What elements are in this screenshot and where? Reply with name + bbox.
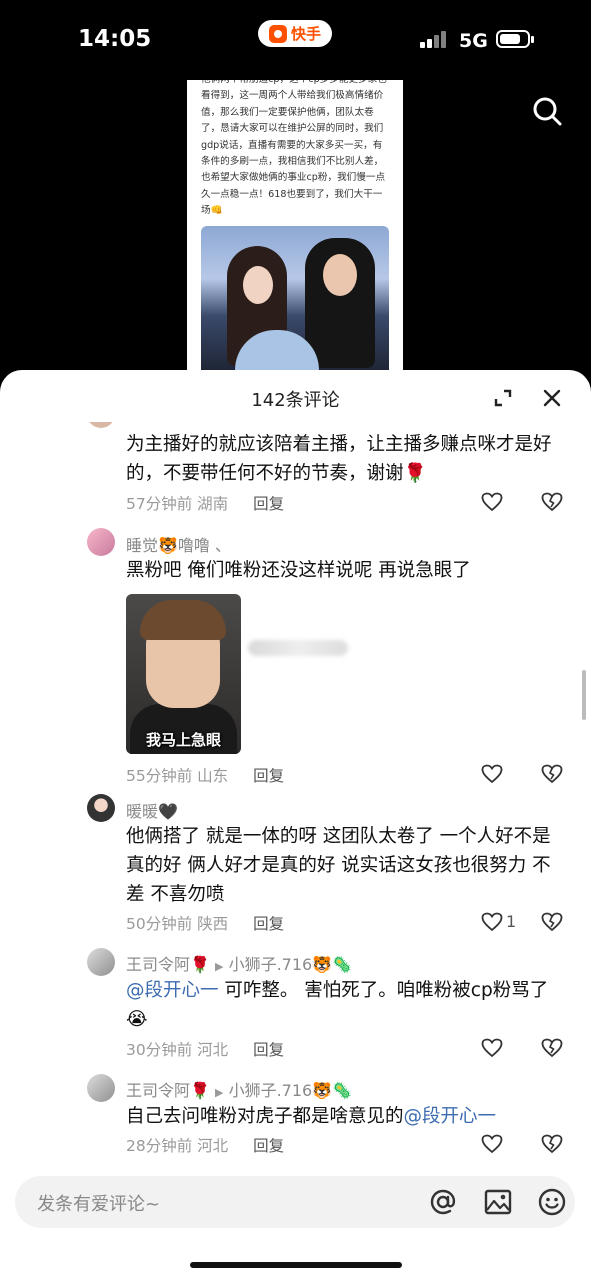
image-icon[interactable] xyxy=(484,1189,512,1215)
comment-location: 河北 xyxy=(197,1137,229,1155)
signal-icon xyxy=(420,30,450,48)
kuaishou-logo-icon xyxy=(268,24,287,43)
comment-username[interactable]: 王司令阿🌹 ▶ 小狮子.716🐯🦠 xyxy=(126,951,352,975)
comment-meta: 57分钟前 湖南 回复 xyxy=(126,492,284,514)
comment-time: 28分钟前 xyxy=(126,1137,193,1155)
network-type: 5G xyxy=(459,30,488,52)
app-indicator-pill[interactable]: 快手 xyxy=(258,20,332,47)
mention-link[interactable]: @段开心一 xyxy=(404,1106,497,1127)
post-photo[interactable] xyxy=(201,226,389,376)
like-count: 1 xyxy=(506,912,517,931)
status-time: 14:05 xyxy=(78,26,152,52)
comment-sticker-image[interactable]: 我马上急眼 xyxy=(126,594,241,754)
close-icon[interactable] xyxy=(541,387,563,409)
comments-sheet: 142条评论 为主播好的就应该陪着主播，让主播多赚点咪才是好的，不要带任何不好的… xyxy=(0,370,591,1280)
like-icon[interactable] xyxy=(481,1134,503,1154)
comments-header: 142条评论 xyxy=(0,370,591,426)
comment-text: 黑粉吧 俺们唯粉还没这样说呢 再说急眼了 xyxy=(126,560,471,581)
reply-button[interactable]: 回复 xyxy=(253,495,284,513)
comment-location: 湖南 xyxy=(197,495,229,513)
blurred-area xyxy=(248,640,348,656)
comment-time: 57分钟前 xyxy=(126,495,193,513)
like-icon[interactable] xyxy=(481,492,503,512)
comment-text: 他俩搭了 就是一体的呀 这团队太卷了 一个人好不是真的好 俩人好才是真的好 说实… xyxy=(126,826,551,905)
comment-meta: 55分钟前 山东 回复 xyxy=(126,764,284,786)
reply-button[interactable]: 回复 xyxy=(253,1137,284,1155)
dislike-icon[interactable] xyxy=(541,912,563,932)
avatar[interactable] xyxy=(87,528,115,556)
post-preview[interactable]: 他俩两个常朋追cp，这个cp多多能更多家也看得到，这一周两个人带给我们极高情绪价… xyxy=(187,80,403,380)
like-icon[interactable] xyxy=(481,912,503,932)
comment-time: 50分钟前 xyxy=(126,915,193,933)
dislike-icon[interactable] xyxy=(541,492,563,512)
comment-text: 自己去问唯粉对虎子都是啥意见的@段开心一 xyxy=(126,1106,497,1127)
app-name: 快手 xyxy=(290,25,321,43)
comment-location: 山东 xyxy=(197,767,229,785)
comment-username[interactable]: 王司令阿🌹 ▶ 小狮子.716🐯🦠 xyxy=(126,1077,352,1101)
reply-arrow-icon: ▶ xyxy=(215,1086,224,1099)
dislike-icon[interactable] xyxy=(541,764,563,784)
avatar[interactable] xyxy=(87,948,115,976)
reply-button[interactable]: 回复 xyxy=(253,767,284,785)
like-icon[interactable] xyxy=(481,1038,503,1058)
search-icon[interactable] xyxy=(532,96,562,126)
comment-username[interactable]: 睡觉🐯噜噜 、 xyxy=(126,532,231,556)
reply-button[interactable]: 回复 xyxy=(253,1041,284,1059)
comment-list[interactable]: 为主播好的就应该陪着主播，让主播多赚点咪才是好的，不要带任何不好的节奏，谢谢🌹 … xyxy=(0,422,591,1157)
reply-arrow-icon: ▶ xyxy=(215,960,224,973)
expand-icon[interactable] xyxy=(493,388,513,408)
comment-location: 陕西 xyxy=(197,915,229,933)
reply-button[interactable]: 回复 xyxy=(253,915,284,933)
comment-meta: 50分钟前 陕西 回复 xyxy=(126,912,284,934)
comment-text: @段开心一 可咋整。 害怕死了。咱唯粉被cp粉骂了😭 xyxy=(126,980,549,1030)
status-bar: 14:05 快手 5G xyxy=(0,0,591,80)
comment-time: 30分钟前 xyxy=(126,1041,193,1059)
scrollbar[interactable] xyxy=(582,670,586,720)
dislike-icon[interactable] xyxy=(541,1134,563,1154)
comment-input-bar[interactable]: 发条有爱评论~ xyxy=(15,1176,575,1228)
comment-time: 55分钟前 xyxy=(126,767,193,785)
dislike-icon[interactable] xyxy=(541,1038,563,1058)
mention-link[interactable]: @段开心一 xyxy=(126,980,219,1001)
avatar[interactable] xyxy=(87,794,115,822)
avatar[interactable] xyxy=(87,422,115,428)
comment-text: 为主播好的就应该陪着主播，让主播多赚点咪才是好的，不要带任何不好的节奏，谢谢🌹 xyxy=(126,434,552,484)
sticker-caption: 我马上急眼 xyxy=(145,731,221,749)
comment-meta: 28分钟前 河北 回复 xyxy=(126,1134,284,1156)
comment-location: 河北 xyxy=(197,1041,229,1059)
battery-icon xyxy=(496,30,534,48)
person-right xyxy=(305,238,375,368)
home-indicator[interactable] xyxy=(190,1262,402,1268)
like-icon[interactable] xyxy=(481,764,503,784)
emoji-icon[interactable] xyxy=(538,1188,566,1216)
mention-at-icon[interactable] xyxy=(429,1188,457,1216)
comment-meta: 30分钟前 河北 回复 xyxy=(126,1038,284,1060)
avatar[interactable] xyxy=(87,1074,115,1102)
comment-input[interactable]: 发条有爱评论~ xyxy=(37,1190,160,1216)
comment-username[interactable]: 暖暖🖤 xyxy=(126,798,178,822)
post-text: 他俩两个常朋追cp，这个cp多多能更多家也看得到，这一周两个人带给我们极高情绪价… xyxy=(201,80,387,217)
